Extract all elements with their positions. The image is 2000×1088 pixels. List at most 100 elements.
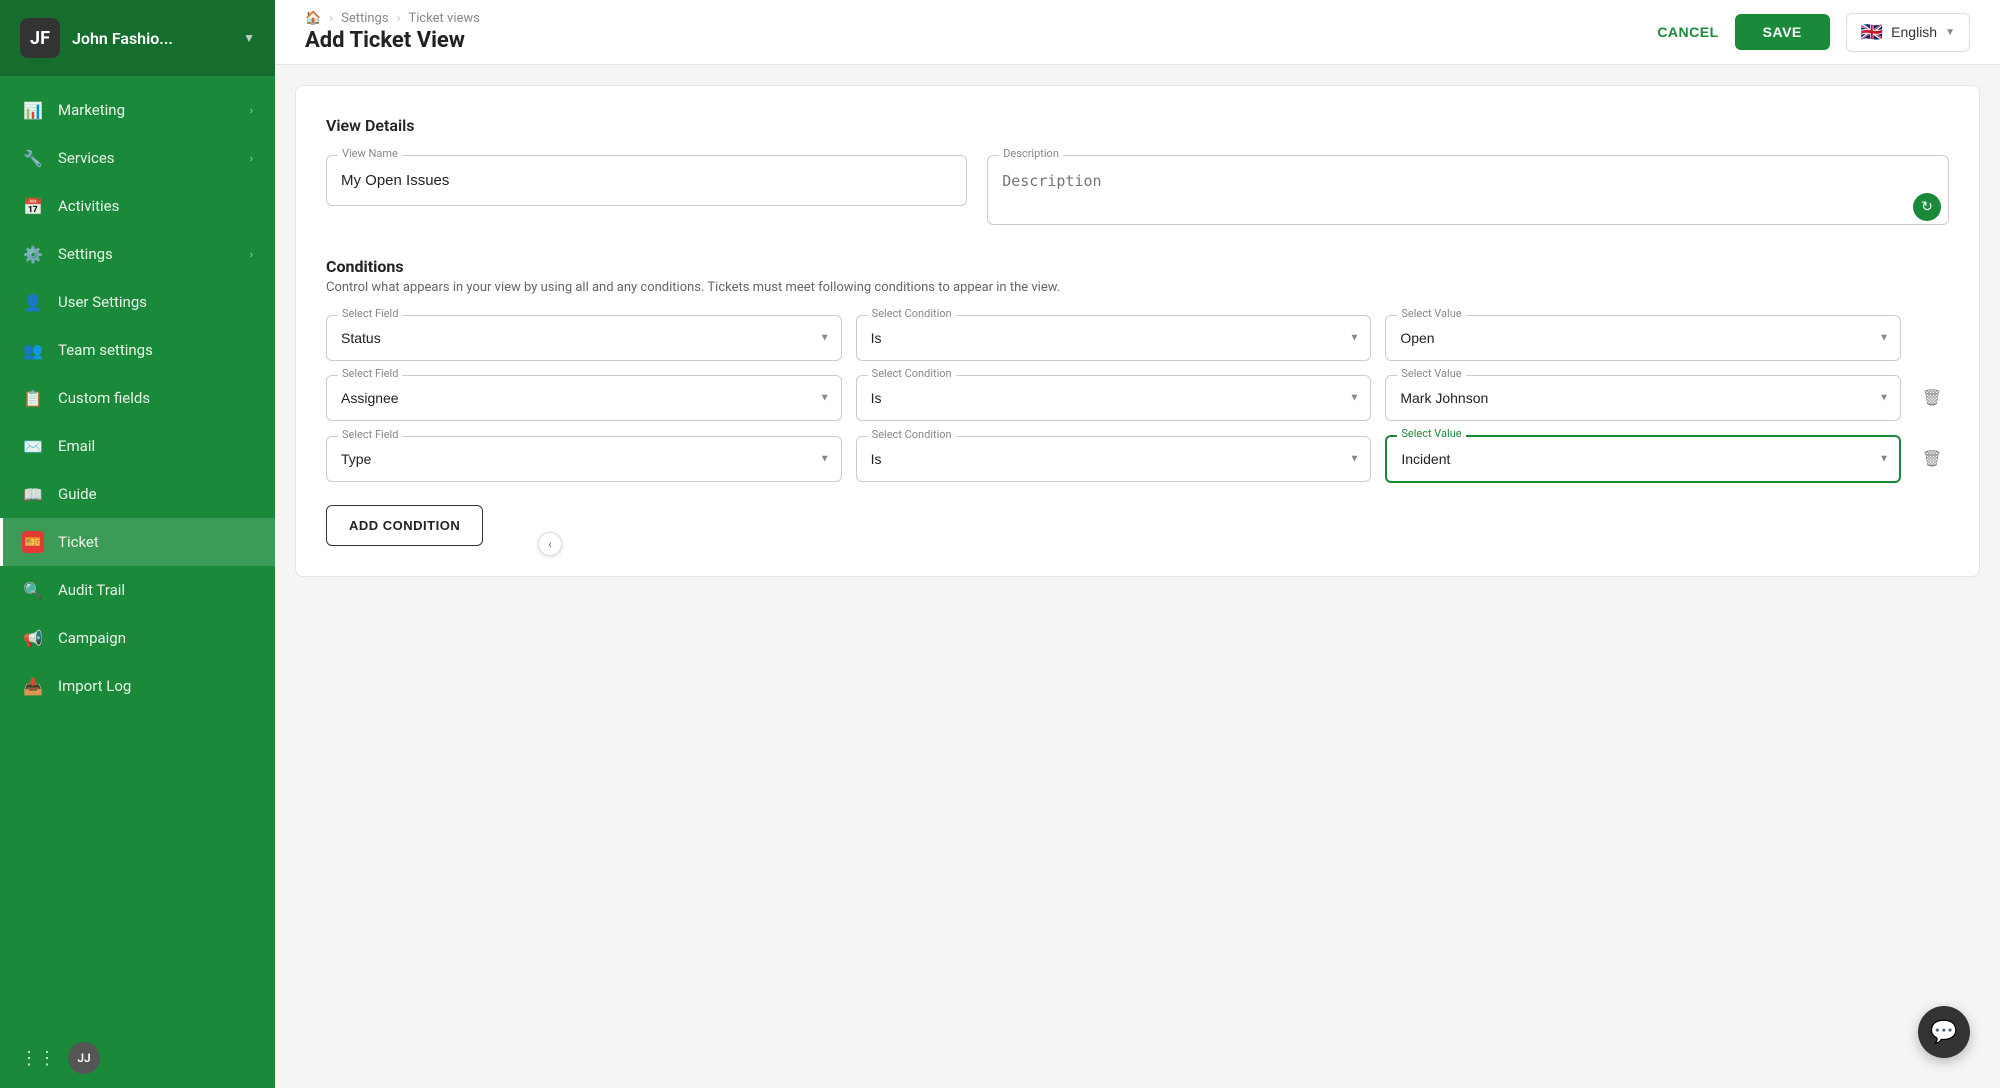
- sidebar-label-settings: Settings: [58, 245, 236, 263]
- marketing-arrow: ›: [250, 104, 253, 117]
- brand-logo: JF: [20, 18, 60, 58]
- value-select-wrap-3: Select Value Incident Problem Question ▼: [1385, 435, 1901, 483]
- audit-trail-icon: 🔍: [22, 579, 44, 601]
- sidebar-item-ticket[interactable]: 🎫 Ticket: [0, 518, 275, 566]
- trash-icon-2: 🗑: [1922, 388, 1942, 408]
- chat-icon: 💬: [1930, 1020, 1957, 1045]
- topbar: 🏠 › Settings › Ticket views Add Ticket V…: [275, 0, 2000, 65]
- condition-label-3: Select Condition: [868, 428, 956, 441]
- sidebar-item-user-settings[interactable]: 👤 User Settings: [0, 278, 275, 326]
- field-select-wrap-2: Select Field Assignee Status Type ▼: [326, 375, 842, 421]
- view-details-title: View Details: [326, 116, 1949, 135]
- content-area: View Details View Name Description ↻ Con…: [275, 65, 2000, 1088]
- guide-icon: 📖: [22, 483, 44, 505]
- delete-condition-2[interactable]: 🗑: [1915, 381, 1949, 415]
- services-icon: 🔧: [22, 147, 44, 169]
- sidebar-user-avatar[interactable]: JJ: [68, 1042, 100, 1074]
- home-icon[interactable]: 🏠: [305, 11, 321, 26]
- sidebar-item-email[interactable]: ✉️ Email: [0, 422, 275, 470]
- main-content: ‹ 🏠 › Settings › Ticket views Add Ticket…: [275, 0, 2000, 1088]
- sidebar-item-custom-fields[interactable]: 📋 Custom fields: [0, 374, 275, 422]
- form-card: View Details View Name Description ↻ Con…: [295, 85, 1980, 577]
- sidebar-label-campaign: Campaign: [58, 629, 253, 647]
- condition-row-3: Select Field Type Status Assignee ▼ Sele…: [326, 435, 1949, 483]
- sidebar-nav: 📊 Marketing › 🔧 Services › 📅 Activities …: [0, 76, 275, 1028]
- services-arrow: ›: [250, 152, 253, 165]
- sidebar: JF John Fashio... ▼ 📊 Marketing › 🔧 Serv…: [0, 0, 275, 1088]
- breadcrumb-settings[interactable]: Settings: [341, 11, 388, 26]
- description-group: Description ↻: [987, 155, 1949, 229]
- conditions-title: Conditions: [326, 257, 1949, 276]
- condition-row-1: Select Field Status Assignee Type ▼ Sele…: [326, 315, 1949, 361]
- value-label-2: Select Value: [1397, 367, 1465, 380]
- sidebar-item-activities[interactable]: 📅 Activities: [0, 182, 275, 230]
- condition-select-wrap-2: Select Condition Is Is not ▼: [856, 375, 1372, 421]
- language-selector[interactable]: 🇬🇧 English ▼: [1846, 13, 1970, 52]
- sidebar-item-marketing[interactable]: 📊 Marketing ›: [0, 86, 275, 134]
- condition-select-1[interactable]: Is Is not: [856, 315, 1372, 361]
- ticket-icon: 🎫: [22, 531, 44, 553]
- value-select-2[interactable]: Mark Johnson Jane Doe: [1385, 375, 1901, 421]
- sidebar-header[interactable]: JF John Fashio... ▼: [0, 0, 275, 76]
- value-select-3[interactable]: Incident Problem Question: [1385, 435, 1901, 483]
- brand-chevron: ▼: [243, 31, 255, 45]
- refresh-icon[interactable]: ↻: [1913, 193, 1941, 221]
- sidebar-item-settings[interactable]: ⚙️ Settings ›: [0, 230, 275, 278]
- conditions-description: Control what appears in your view by usi…: [326, 280, 1949, 295]
- chat-bubble[interactable]: 💬: [1918, 1006, 1970, 1058]
- apps-grid-icon[interactable]: ⋮⋮: [22, 1042, 54, 1074]
- cancel-button[interactable]: CANCEL: [1657, 24, 1718, 40]
- value-label-1: Select Value: [1397, 307, 1465, 320]
- form-details-row: View Name Description ↻: [326, 155, 1949, 229]
- value-select-1[interactable]: Open Closed: [1385, 315, 1901, 361]
- flag-icon: 🇬🇧: [1861, 22, 1883, 43]
- field-label-2: Select Field: [338, 367, 402, 380]
- view-name-label: View Name: [338, 147, 402, 160]
- save-button[interactable]: SAVE: [1735, 14, 1830, 50]
- sidebar-label-custom-fields: Custom fields: [58, 389, 253, 407]
- view-name-input[interactable]: [326, 155, 967, 206]
- field-select-wrap-3: Select Field Type Status Assignee ▼: [326, 436, 842, 482]
- field-select-wrap-1: Select Field Status Assignee Type ▼: [326, 315, 842, 361]
- description-label: Description: [999, 147, 1063, 160]
- activities-icon: 📅: [22, 195, 44, 217]
- campaign-icon: 📢: [22, 627, 44, 649]
- field-label-3: Select Field: [338, 428, 402, 441]
- marketing-icon: 📊: [22, 99, 44, 121]
- add-condition-button[interactable]: ADD CONDITION: [326, 505, 483, 546]
- condition-row-2: Select Field Assignee Status Type ▼ Sele…: [326, 375, 1949, 421]
- sidebar-label-user-settings: User Settings: [58, 293, 253, 311]
- condition-select-3[interactable]: Is Is not: [856, 436, 1372, 482]
- condition-select-wrap-1: Select Condition Is Is not ▼: [856, 315, 1372, 361]
- value-select-wrap-2: Select Value Mark Johnson Jane Doe ▼: [1385, 375, 1901, 421]
- custom-fields-icon: 📋: [22, 387, 44, 409]
- sidebar-item-campaign[interactable]: 📢 Campaign: [0, 614, 275, 662]
- settings-arrow: ›: [250, 248, 253, 261]
- delete-condition-3[interactable]: 🗑: [1915, 442, 1949, 476]
- topbar-actions: CANCEL SAVE 🇬🇧 English ▼: [1657, 13, 1970, 52]
- sidebar-item-audit-trail[interactable]: 🔍 Audit Trail: [0, 566, 275, 614]
- sidebar-item-team-settings[interactable]: 👥 Team settings: [0, 326, 275, 374]
- condition-label-1: Select Condition: [868, 307, 956, 320]
- sidebar-label-guide: Guide: [58, 485, 253, 503]
- sidebar-item-guide[interactable]: 📖 Guide: [0, 470, 275, 518]
- sidebar-item-import-log[interactable]: 📥 Import Log: [0, 662, 275, 710]
- description-input[interactable]: [987, 155, 1949, 225]
- field-select-2[interactable]: Assignee Status Type: [326, 375, 842, 421]
- sidebar-item-services[interactable]: 🔧 Services ›: [0, 134, 275, 182]
- field-select-3[interactable]: Type Status Assignee: [326, 436, 842, 482]
- sidebar-label-services: Services: [58, 149, 236, 167]
- condition-select-2[interactable]: Is Is not: [856, 375, 1372, 421]
- value-label-3: Select Value: [1397, 427, 1465, 440]
- field-select-1[interactable]: Status Assignee Type: [326, 315, 842, 361]
- sidebar-label-team-settings: Team settings: [58, 341, 253, 359]
- trash-icon-3: 🗑: [1922, 449, 1942, 469]
- breadcrumb: 🏠 › Settings › Ticket views: [305, 11, 1641, 26]
- condition-label-2: Select Condition: [868, 367, 956, 380]
- condition-select-wrap-3: Select Condition Is Is not ▼: [856, 436, 1372, 482]
- sidebar-label-email: Email: [58, 437, 253, 455]
- breadcrumb-ticket-views[interactable]: Ticket views: [408, 11, 479, 26]
- sidebar-label-activities: Activities: [58, 197, 253, 215]
- sidebar-collapse-button[interactable]: ‹: [538, 532, 562, 556]
- language-label: English: [1891, 24, 1937, 40]
